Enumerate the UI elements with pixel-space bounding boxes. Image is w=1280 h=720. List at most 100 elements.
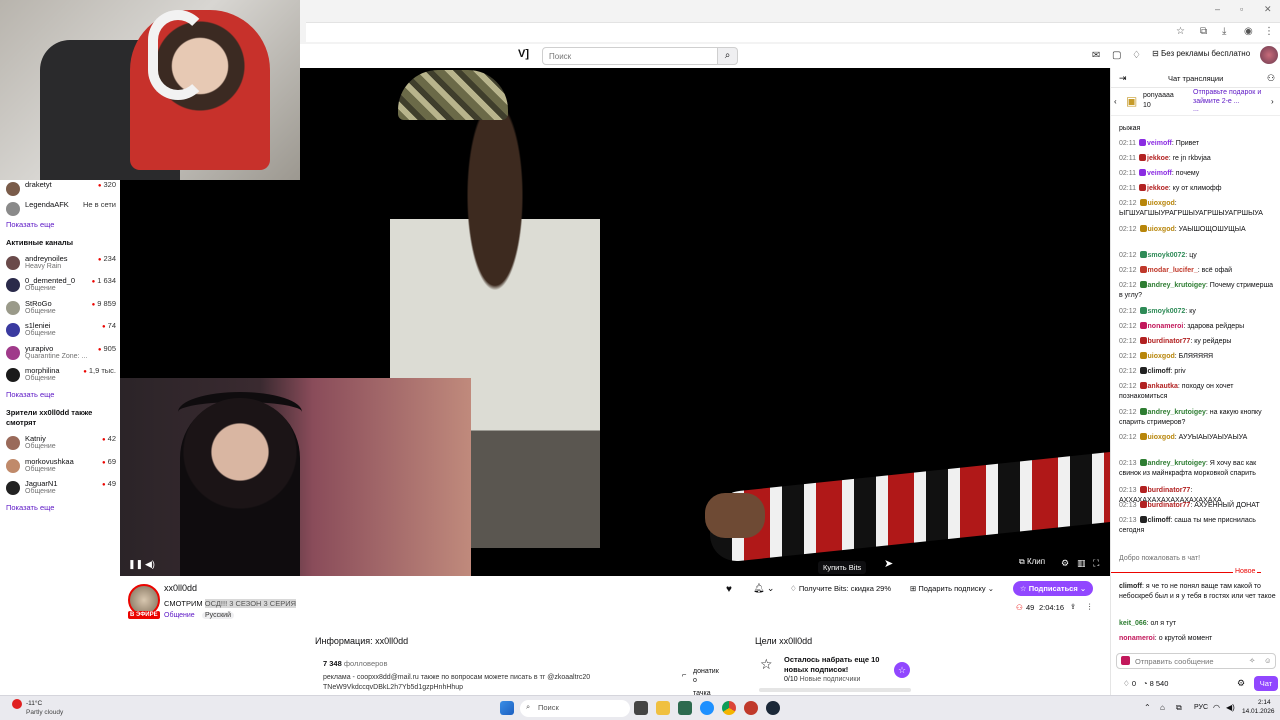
file-explorer-icon[interactable] [656, 701, 670, 715]
chat-users-icon[interactable]: ⚇ [1267, 73, 1275, 84]
chat-username[interactable]: uioxgod [1148, 353, 1175, 360]
chat-username[interactable]: uioxgod [1148, 200, 1175, 207]
theatre-mode-icon[interactable]: ▥ [1077, 558, 1086, 569]
chat-settings-icon[interactable]: ⚙ [1237, 678, 1245, 689]
emote-icon[interactable]: ☺ [1264, 656, 1272, 665]
sidebar-item-draketyt[interactable]: draketyt 320 [6, 180, 116, 202]
sidebar-item-andreynoiles[interactable]: andreynoiles Heavy Rain 234 [6, 254, 116, 276]
send-chat-button[interactable]: Чат [1254, 676, 1278, 691]
whispers-icon[interactable]: ▢ [1112, 50, 1121, 61]
sidebar-item-legendaafk[interactable]: LegendaAFK Не в сети [6, 200, 116, 222]
settings-icon[interactable]: ⚙ [1061, 558, 1069, 569]
user-badge-icon[interactable] [1139, 139, 1146, 146]
pause-icon[interactable]: ❚❚ [128, 559, 143, 570]
chat-username[interactable]: uioxgod [1148, 226, 1175, 233]
app-icon-2[interactable] [744, 701, 758, 715]
more-options-icon[interactable]: ⋮ [1086, 602, 1094, 611]
user-badge-icon[interactable] [1139, 516, 1147, 523]
notification-bell-icon[interactable]: 🔔︎ ⌄ [753, 583, 774, 594]
wifi-icon[interactable]: ◠ [1213, 703, 1220, 712]
user-badge-icon[interactable] [1139, 199, 1147, 206]
chat-username[interactable]: veimoff [1147, 170, 1172, 177]
chat-username[interactable]: burdinator77 [1148, 502, 1191, 509]
user-badge-icon[interactable] [1139, 352, 1147, 359]
share-icon[interactable]: ⇪ [1070, 602, 1076, 611]
keyboard-language[interactable]: РУС [1194, 704, 1208, 711]
minimize-icon[interactable]: – [1215, 4, 1220, 14]
user-badge-icon[interactable] [1139, 184, 1146, 191]
app-icon[interactable] [678, 701, 692, 715]
clock-time[interactable]: 2:14 [1258, 699, 1271, 706]
gift-promo-link[interactable]: Отправьте подарок и займите 2-е ... [1193, 88, 1267, 106]
sidebar-item-morphilina[interactable]: morphilina Общение 1,9 тыс. [6, 366, 116, 388]
chat-username[interactable]: nonameroi [1119, 635, 1155, 642]
tray-icon-2[interactable]: ⧉ [1176, 703, 1182, 713]
extensions-icon[interactable]: ⧉ [1200, 26, 1207, 37]
chat-username[interactable]: andrey_krutoigey [1148, 460, 1206, 467]
taskbar-search[interactable]: ⌕ Поиск [520, 700, 630, 717]
user-badge-icon[interactable] [1139, 225, 1147, 232]
user-badge-icon[interactable] [1139, 367, 1147, 374]
user-badge-icon[interactable] [1139, 251, 1147, 258]
chat-username[interactable]: climoff [1119, 583, 1142, 590]
address-bar[interactable] [306, 22, 1280, 42]
points-icon[interactable]: ♢ 0 [1123, 679, 1136, 688]
panel-donate-link[interactable]: донатик [693, 668, 719, 675]
chrome-icon[interactable] [722, 701, 736, 715]
chat-badge-icon[interactable] [1121, 656, 1130, 665]
sidebar-item-jaguarn1[interactable]: JaguarN1 Общение 49 [6, 479, 116, 501]
steam-icon[interactable] [766, 701, 780, 715]
streamer-name[interactable]: xx0ll0dd [164, 583, 197, 593]
tray-chevron-icon[interactable]: ⌃ [1144, 703, 1151, 712]
chat-username[interactable]: modar_lucifer_ [1148, 267, 1198, 274]
chat-username[interactable]: keit_066 [1119, 620, 1147, 627]
user-badge-icon[interactable] [1139, 154, 1146, 161]
chat-username[interactable]: uioxgod [1148, 434, 1175, 441]
user-badge-icon[interactable] [1139, 337, 1147, 344]
user-badge-icon[interactable] [1139, 307, 1147, 314]
user-badge-icon[interactable] [1139, 281, 1147, 288]
bits-cheer-icon[interactable]: ✧ [1249, 656, 1255, 665]
sidebar-item-strogo[interactable]: StRoGo Общение 9 859 [6, 299, 116, 321]
category-link[interactable]: Общение [164, 612, 195, 619]
tray-icon-1[interactable]: ⌂ [1160, 703, 1165, 712]
no-ads-button[interactable]: ⊟ Без рекламы бесплатно [1152, 49, 1250, 58]
chat-username[interactable]: nonameroi [1148, 323, 1184, 330]
download-icon[interactable]: ⤓ [1222, 26, 1226, 37]
sidebar-item-s1leniei[interactable]: s1leniei Общение 74 [6, 321, 116, 343]
chevron-right-icon[interactable]: › [1271, 97, 1274, 106]
chat-username[interactable]: smoyk0072 [1148, 252, 1186, 259]
follow-heart-icon[interactable]: ♥ [726, 584, 732, 595]
bits-icon[interactable]: ♢ [1132, 50, 1141, 61]
twitch-logo-icon[interactable]: V] [518, 48, 536, 64]
user-badge-icon[interactable] [1139, 408, 1147, 415]
user-badge-icon[interactable] [1139, 459, 1147, 466]
chat-username[interactable]: andrey_krutoigey [1148, 282, 1206, 289]
chat-username[interactable]: smoyk0072 [1148, 308, 1186, 315]
search-input[interactable]: Поиск [542, 47, 718, 65]
chevron-left-icon[interactable]: ‹ [1114, 97, 1117, 106]
maximize-icon[interactable]: ▫ [1240, 4, 1243, 14]
user-badge-icon[interactable] [1139, 169, 1146, 176]
show-more-link[interactable]: Показать еще [6, 390, 54, 399]
fullscreen-icon[interactable]: ⛶ [1093, 558, 1099, 569]
chat-username[interactable]: jekkoe [1147, 185, 1169, 192]
channel-points-icon[interactable]: ◔ 8 540 [1143, 679, 1168, 688]
inbox-icon[interactable]: ✉ [1092, 50, 1100, 61]
chat-username[interactable]: burdinator77 [1148, 487, 1191, 494]
clip-button[interactable]: ⧉ Клип [1019, 557, 1045, 567]
chat-username[interactable]: andrey_krutoigey [1148, 409, 1206, 416]
profile-icon[interactable]: ◉ [1244, 26, 1253, 37]
volume-icon[interactable]: ◀) [1226, 703, 1235, 712]
chat-username[interactable]: veimoff [1147, 140, 1172, 147]
show-more-link[interactable]: Показать еще [6, 220, 54, 229]
star-icon[interactable]: ☆ [1176, 26, 1185, 37]
show-more-link[interactable]: Показать еще [6, 503, 54, 512]
sidebar-item-morkovushkaa[interactable]: morkovushkaa Общение 69 [6, 457, 116, 479]
sidebar-item-katniy[interactable]: Katniy Общение 42 [6, 434, 116, 456]
chat-username[interactable]: burdinator77 [1148, 338, 1191, 345]
chat-username[interactable]: ankautka [1148, 383, 1178, 390]
goal-subscribe-star-icon[interactable]: ☆ [894, 662, 910, 678]
menu-icon[interactable]: ⋮ [1264, 26, 1274, 37]
subscribe-button[interactable]: ☆ Подписаться ⌄ [1013, 581, 1093, 596]
